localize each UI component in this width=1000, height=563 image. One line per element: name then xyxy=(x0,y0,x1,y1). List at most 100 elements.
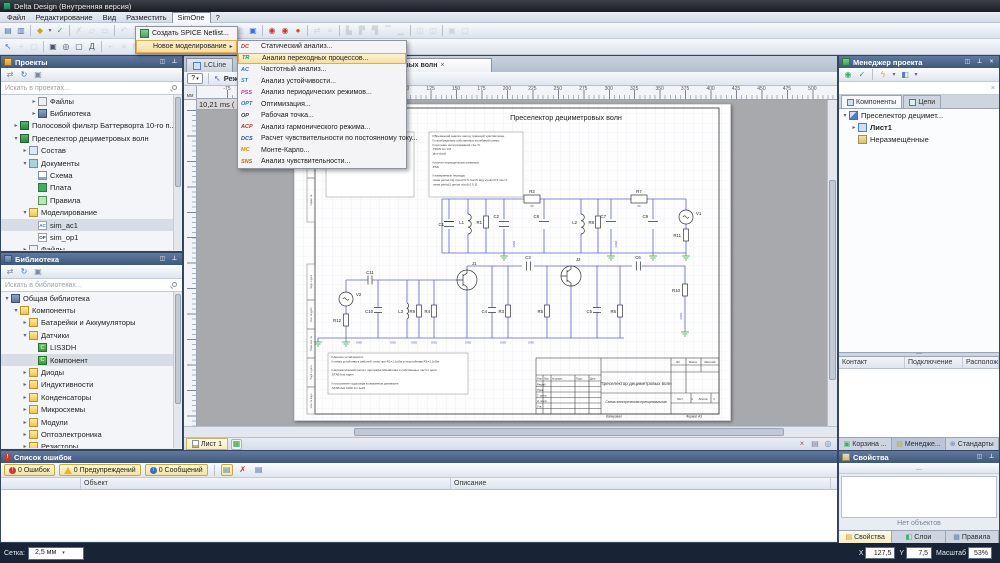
tree-item[interactable]: ▸Резисторы xyxy=(1,441,182,448)
expander-icon[interactable]: ▸ xyxy=(21,246,29,250)
close-icon[interactable]: × xyxy=(797,438,807,450)
expander-icon[interactable]: ▸ xyxy=(21,369,29,376)
analysis-menu-item[interactable]: SNSАнализ чувствительности... xyxy=(238,156,406,168)
group-icon[interactable]: ▣ xyxy=(446,25,458,37)
tree-item[interactable]: Компонент xyxy=(1,354,182,366)
text-tool-icon[interactable]: Д xyxy=(86,41,98,53)
expander-icon[interactable]: ▸ xyxy=(21,381,29,388)
select-cursor-icon[interactable]: ↖ xyxy=(214,74,221,83)
tree-item[interactable]: Правила xyxy=(1,194,182,206)
print-icon[interactable]: ▭ xyxy=(99,25,111,37)
tree-item[interactable]: ▸Конденсаторы xyxy=(1,391,182,403)
rect-tool-icon[interactable]: ▣ xyxy=(47,41,59,53)
library-search-input[interactable]: Искать в библиотеках... xyxy=(1,279,182,292)
tree-item[interactable]: Неразмещённые xyxy=(839,134,999,146)
tree-item[interactable]: ▾Компоненты xyxy=(1,304,182,316)
link-icon[interactable]: ⇄ xyxy=(311,25,323,37)
bus-tool-icon[interactable]: ≡ xyxy=(118,41,130,53)
collapse-all-icon[interactable]: ▣ xyxy=(32,69,44,81)
column-header[interactable]: Контакт xyxy=(839,357,905,368)
align-right-icon[interactable]: ▜ xyxy=(369,25,381,37)
refresh-icon[interactable]: ↻ xyxy=(18,69,30,81)
tree-item[interactable]: LIS3DH xyxy=(1,342,182,354)
minimize-icon[interactable]: ◫ xyxy=(158,255,167,263)
pin-red-icon[interactable]: ◉ xyxy=(266,25,278,37)
bottom-tab[interactable]: ▤Менедже... xyxy=(892,438,945,450)
close-icon[interactable]: × xyxy=(987,58,996,66)
tree-item[interactable]: ▾Документы xyxy=(1,157,182,169)
save-icon[interactable]: ▤ xyxy=(253,464,265,476)
column-header[interactable]: Располож... xyxy=(963,357,999,368)
tab-nets[interactable]: Цепи xyxy=(903,95,941,108)
menu-item[interactable]: Создать SPICE Netlist... xyxy=(136,27,237,40)
column-header[interactable]: Описание xyxy=(451,478,831,489)
bottom-tab[interactable]: ▣Корзина ... xyxy=(839,438,892,450)
unlink-icon[interactable]: ≡ xyxy=(324,25,336,37)
copy-icon[interactable]: ▱ xyxy=(86,25,98,37)
clear-filter-icon[interactable]: × xyxy=(991,85,995,92)
export-icon[interactable]: ▤ xyxy=(810,438,820,450)
align-top-icon[interactable]: ▔ xyxy=(382,25,394,37)
properties-tab[interactable]: ▤Свойства xyxy=(839,531,892,543)
import-icon[interactable]: ⇄ xyxy=(4,69,16,81)
align-center-icon[interactable]: ▛ xyxy=(356,25,368,37)
expander-icon[interactable]: ▾ xyxy=(21,160,29,167)
expander-icon[interactable]: ▾ xyxy=(841,112,849,119)
refresh-icon[interactable]: ◉ xyxy=(842,69,854,81)
expander-icon[interactable]: ▸ xyxy=(30,110,38,117)
tree-item[interactable]: sim_op1 xyxy=(1,231,182,243)
warning-counter-button[interactable]: 0 Предупреждений xyxy=(59,464,141,476)
projects-search-input[interactable]: Искать в проектах... xyxy=(1,82,182,95)
tree-item[interactable]: ▸Индуктивности xyxy=(1,379,182,391)
tree-item[interactable]: ▸Диоды xyxy=(1,366,182,378)
bottom-tab[interactable]: ⊛Стандарты xyxy=(946,438,999,450)
properties-tab[interactable]: ▦Правила xyxy=(946,531,999,543)
add-sheet-icon[interactable]: ▦ xyxy=(231,439,242,450)
menu-item[interactable]: Новое моделирование▸ xyxy=(136,40,237,53)
import-icon[interactable]: ⇄ xyxy=(4,266,16,278)
menu-?[interactable]: ? xyxy=(211,12,225,23)
circle-tool-icon[interactable]: ◎ xyxy=(60,41,72,53)
analysis-menu-item[interactable]: PSSАнализ периодических режимов... xyxy=(238,87,406,99)
expander-icon[interactable]: ▾ xyxy=(21,332,29,339)
group-rows-icon[interactable]: ▤ xyxy=(221,464,233,476)
tree-item[interactable]: ▸Файлы xyxy=(1,95,182,107)
refresh-icon[interactable]: ↻ xyxy=(18,266,30,278)
user-caret-icon[interactable]: ▾ xyxy=(47,25,53,37)
align-bottom-icon[interactable]: ▁ xyxy=(395,25,407,37)
zoom-fit-icon[interactable]: ▣ xyxy=(247,25,259,37)
expander-icon[interactable]: ▸ xyxy=(21,319,29,326)
expander-icon[interactable]: ▸ xyxy=(30,98,38,105)
user-icon[interactable]: ◆ xyxy=(34,25,46,37)
expander-icon[interactable]: ▾ xyxy=(12,135,20,142)
help-mode-button[interactable]: ?▾ xyxy=(187,73,203,84)
horizontal-scrollbar[interactable] xyxy=(184,426,837,437)
save-all-icon[interactable]: ▥ xyxy=(15,25,27,37)
vertical-scrollbar[interactable] xyxy=(827,100,837,426)
projects-scrollbar[interactable] xyxy=(173,95,182,250)
column-header[interactable] xyxy=(1,478,81,489)
collapse-all-icon[interactable]: ▣ xyxy=(32,266,44,278)
tree-item[interactable]: ▸Батарейки и Аккумуляторы xyxy=(1,317,182,329)
tree-item[interactable]: ▸Библиотека xyxy=(1,107,182,119)
pin-icon[interactable]: ⊥ xyxy=(975,58,984,66)
tree-item[interactable]: ▸Микросхемы xyxy=(1,404,182,416)
crosshair-icon[interactable]: ▢ xyxy=(28,41,40,53)
pin-icon[interactable]: ⊥ xyxy=(170,58,179,66)
properties-tab[interactable]: ◧Слои xyxy=(892,531,945,543)
expander-icon[interactable]: ▸ xyxy=(21,431,29,438)
menu-Вид[interactable]: Вид xyxy=(98,12,122,23)
tree-item[interactable]: ▸Полосовой фильтр Баттерворта 10-го п... xyxy=(1,120,182,132)
settings-icon[interactable]: ◎ xyxy=(823,438,833,450)
expander-icon[interactable]: ▾ xyxy=(12,307,20,314)
tree-item[interactable]: ▾Датчики xyxy=(1,329,182,341)
menu-SimOne[interactable]: SimOne xyxy=(172,12,211,23)
check-icon[interactable]: ✓ xyxy=(856,69,868,81)
sphere-icon[interactable]: ● xyxy=(292,25,304,37)
tree-item[interactable]: ▸Оптоэлектроника xyxy=(1,428,182,440)
undo-icon[interactable]: ↶ xyxy=(118,25,130,37)
save-icon[interactable]: ▤ xyxy=(2,25,14,37)
pin-icon[interactable]: ⊥ xyxy=(987,453,996,461)
caret-icon[interactable]: ▾ xyxy=(891,69,897,81)
analysis-menu-item[interactable]: TRАнализ переходных процессов... xyxy=(238,53,406,65)
